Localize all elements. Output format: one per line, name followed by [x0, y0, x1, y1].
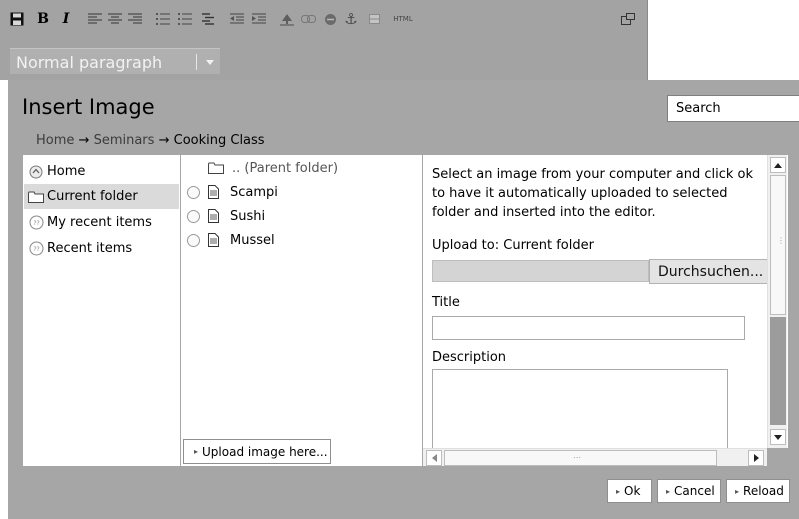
- nav-item-label: Current folder: [47, 189, 138, 204]
- svg-text:??: ??: [33, 246, 39, 253]
- description-field[interactable]: [432, 369, 728, 449]
- nav-item-my-recent-items[interactable]: ?? My recent items: [24, 210, 179, 235]
- arrow-icon: ▸: [616, 486, 621, 496]
- align-right-icon[interactable]: [127, 9, 143, 29]
- list-item[interactable]: Mussel: [187, 230, 275, 250]
- list-item[interactable]: Sushi: [187, 206, 265, 226]
- upload-image-here-button[interactable]: ▸ Upload image here...: [183, 439, 331, 464]
- vertical-scrollbar[interactable]: ⋮: [767, 155, 787, 448]
- italic-button[interactable]: I: [57, 9, 75, 29]
- description-label: Description: [432, 350, 507, 365]
- nav-item-home[interactable]: Home: [24, 159, 179, 184]
- navigation-pane: Home Current folder ?? My recent items ?…: [23, 155, 180, 466]
- search-input[interactable]: [667, 95, 799, 122]
- title-label: Title: [432, 295, 460, 310]
- bold-button[interactable]: B: [34, 9, 52, 29]
- nav-item-label: Recent items: [47, 241, 133, 256]
- anchor-icon[interactable]: ⚓: [343, 9, 359, 29]
- arrow-icon: ▸: [735, 486, 740, 496]
- scroll-left-icon[interactable]: [426, 450, 442, 466]
- grip-icon: ⋮: [777, 236, 785, 245]
- select-divider: [196, 54, 197, 70]
- insert-image-dialog: Insert Image Home → Seminars → Cooking C…: [8, 80, 799, 519]
- breadcrumb-separator: →: [158, 133, 170, 148]
- cancel-button[interactable]: ▸ Cancel: [657, 479, 721, 503]
- unlink-icon[interactable]: [322, 9, 338, 29]
- horizontal-scrollbar[interactable]: ⋯: [423, 448, 767, 466]
- home-icon: [28, 164, 44, 180]
- grip-icon: ⋯: [573, 453, 581, 462]
- save-icon[interactable]: [8, 9, 26, 29]
- document-icon: [208, 208, 222, 224]
- align-left-icon[interactable]: [87, 9, 103, 29]
- table-icon[interactable]: [366, 9, 382, 29]
- nav-item-label: Home: [47, 164, 86, 179]
- nav-item-current-folder[interactable]: Current folder: [24, 184, 179, 209]
- scroll-up-icon[interactable]: [770, 157, 786, 173]
- dialog-title: Insert Image: [22, 95, 155, 119]
- paragraph-format-value: Normal paragraph: [16, 53, 163, 72]
- image-radio[interactable]: [187, 209, 200, 223]
- scroll-down-icon[interactable]: [770, 429, 786, 445]
- parent-folder-label: .. (Parent folder): [232, 160, 339, 176]
- chevron-down-icon: [206, 60, 214, 65]
- html-button[interactable]: HTML: [390, 9, 416, 29]
- image-radio[interactable]: [187, 233, 200, 247]
- browse-button[interactable]: Durchsuchen...: [649, 259, 769, 284]
- cancel-label: Cancel: [674, 484, 715, 498]
- numbered-list-icon[interactable]: [177, 9, 193, 29]
- upload-file-path[interactable]: [432, 260, 649, 282]
- upload-to-label: Upload to: Current folder: [432, 238, 594, 253]
- reload-label: Reload: [743, 484, 784, 498]
- ok-label: Ok: [624, 484, 641, 498]
- definition-list-icon[interactable]: [201, 9, 215, 29]
- breadcrumb: Home → Seminars → Cooking Class: [36, 133, 265, 148]
- insert-link-icon[interactable]: [300, 9, 316, 29]
- recent-icon: ??: [28, 241, 44, 257]
- file-name: Scampi: [230, 184, 278, 200]
- outdent-icon[interactable]: [229, 9, 245, 29]
- indent-icon[interactable]: [251, 9, 267, 29]
- file-name: Mussel: [230, 232, 275, 248]
- document-icon: [208, 232, 222, 248]
- parent-folder-item[interactable]: .. (Parent folder): [208, 158, 338, 178]
- file-name: Sushi: [230, 208, 266, 224]
- recent-icon: ??: [28, 215, 44, 231]
- editor-toolbar: B I ⚓ HTML Normal paragraph: [0, 0, 648, 80]
- upload-instructions: Select an image from your computer and c…: [432, 167, 754, 220]
- upload-image-here-label: Upload image here...: [202, 444, 328, 459]
- breadcrumb-home[interactable]: Home: [36, 133, 74, 148]
- list-item[interactable]: Scampi: [187, 182, 278, 202]
- arrow-icon: ▸: [666, 486, 671, 496]
- bullet-list-icon[interactable]: [155, 9, 171, 29]
- vertical-scroll-track[interactable]: [770, 317, 786, 425]
- insert-image-icon[interactable]: [279, 9, 295, 29]
- title-field[interactable]: [432, 316, 745, 340]
- folder-icon: [208, 160, 224, 176]
- breadcrumb-current: Cooking Class: [173, 133, 265, 148]
- reload-button[interactable]: ▸ Reload: [726, 479, 790, 503]
- arrow-icon: ▸: [194, 447, 199, 456]
- upload-detail-pane: Select an image from your computer and c…: [423, 155, 788, 466]
- horizontal-scroll-thumb[interactable]: ⋯: [444, 450, 717, 466]
- scroll-right-icon[interactable]: [748, 450, 764, 466]
- maximize-icon[interactable]: [620, 9, 636, 29]
- breadcrumb-seminars[interactable]: Seminars: [94, 133, 155, 148]
- svg-text:??: ??: [33, 220, 39, 227]
- folder-icon: [28, 189, 44, 205]
- align-center-icon[interactable]: [107, 9, 123, 29]
- breadcrumb-separator: →: [78, 133, 90, 148]
- document-icon: [208, 184, 222, 200]
- nav-item-recent-items[interactable]: ?? Recent items: [24, 236, 179, 261]
- file-list-pane: .. (Parent folder) Scampi Sushi Mussel ▸: [181, 155, 422, 466]
- vertical-scroll-thumb[interactable]: ⋮: [770, 175, 786, 315]
- ok-button[interactable]: ▸ Ok: [607, 479, 652, 503]
- paragraph-format-select[interactable]: Normal paragraph: [10, 48, 220, 74]
- scrollbar-corner: [767, 448, 788, 466]
- image-radio[interactable]: [187, 185, 200, 199]
- nav-item-label: My recent items: [47, 215, 152, 230]
